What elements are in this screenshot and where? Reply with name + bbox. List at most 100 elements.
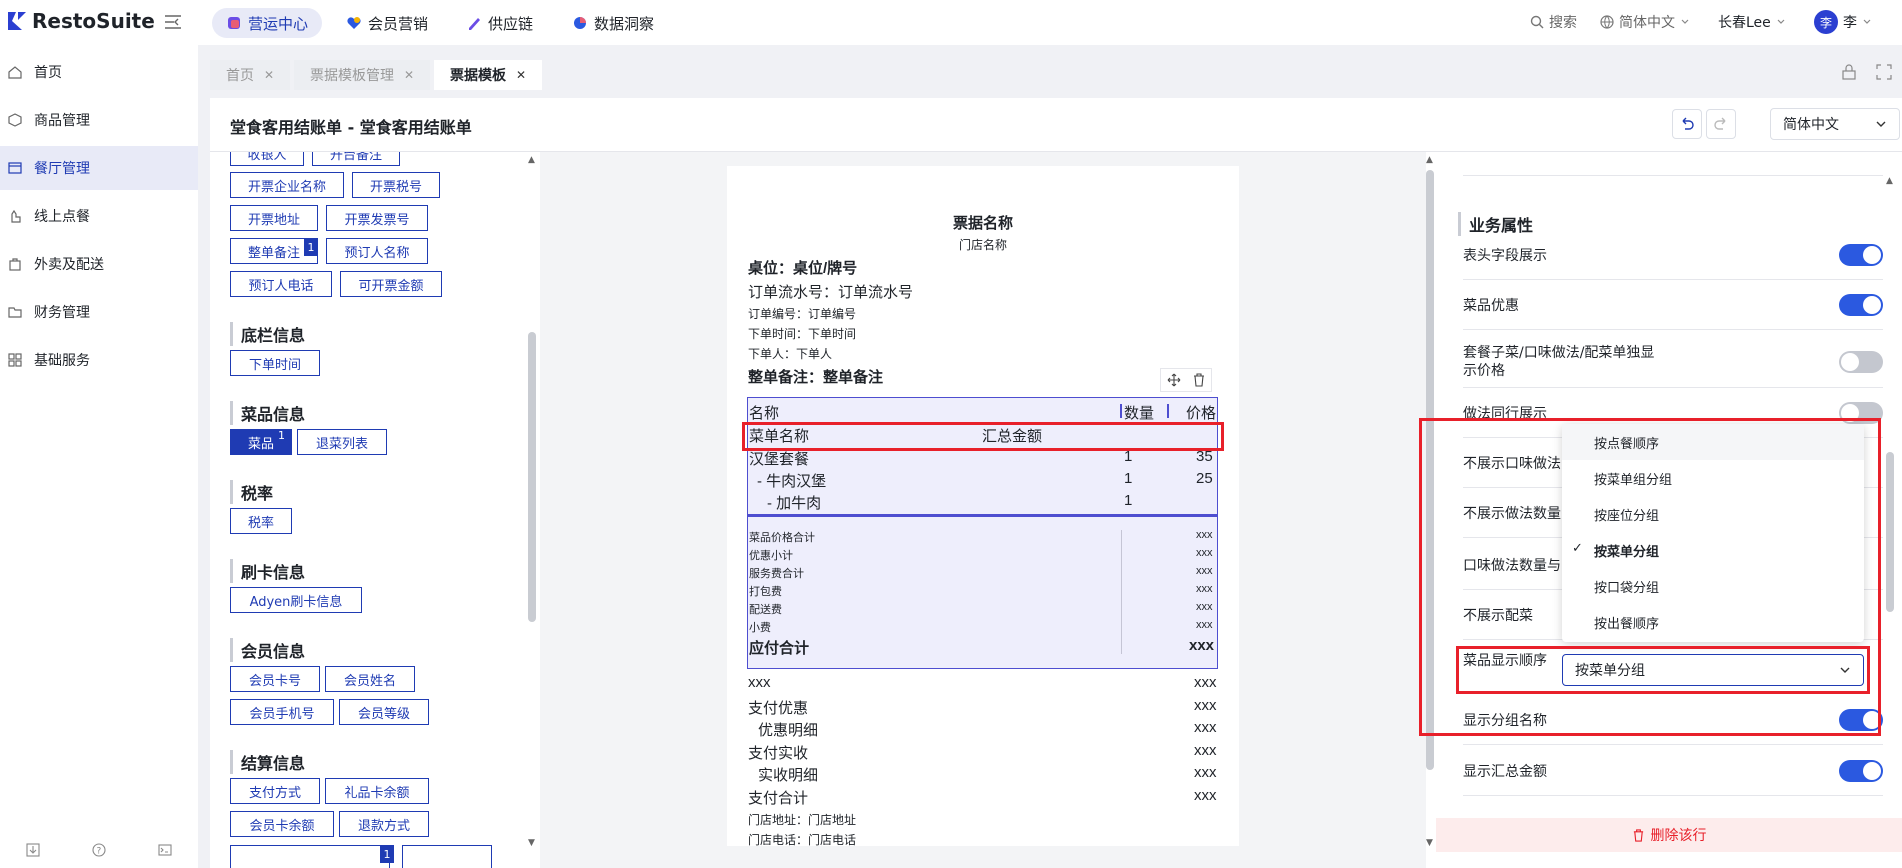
receipt-table[interactable]: 桌位：桌位/牌号 bbox=[748, 257, 857, 278]
field-tag[interactable] bbox=[230, 845, 390, 868]
delete-row-button[interactable]: 删除该行 bbox=[1436, 818, 1902, 852]
section-title: 结算信息 bbox=[230, 750, 305, 774]
field-tag[interactable]: 会员卡余额 bbox=[230, 811, 334, 837]
store-select[interactable]: 长春Lee bbox=[1718, 12, 1786, 32]
close-icon[interactable]: ✕ bbox=[516, 68, 526, 82]
field-tag[interactable]: 会员姓名 bbox=[325, 666, 415, 692]
receipt-order-time[interactable]: 下单时间：下单时间 bbox=[748, 325, 856, 342]
scroll-up-icon[interactable]: ▲ bbox=[1886, 176, 1893, 186]
total-value: xxx bbox=[1189, 637, 1215, 654]
scroll-down-icon[interactable]: ▼ bbox=[1426, 838, 1433, 848]
field-tag[interactable]: 会员等级 bbox=[339, 699, 429, 725]
setting-row: 套餐子菜/口味做法/配菜单独显示价格 bbox=[1463, 336, 1883, 388]
store-address[interactable]: 门店地址：门店地址 bbox=[748, 811, 856, 828]
close-icon[interactable]: ✕ bbox=[404, 68, 414, 82]
field-tag[interactable]: 可开票金额 bbox=[340, 271, 442, 297]
field-tag[interactable]: 会员手机号 bbox=[230, 699, 334, 725]
brand-logo[interactable]: RestoSuite bbox=[6, 9, 155, 33]
col-resize-handle[interactable] bbox=[1167, 404, 1169, 418]
field-tag[interactable]: 开票发票号 bbox=[326, 205, 428, 231]
field-tag[interactable]: 开票地址 bbox=[230, 205, 318, 231]
receipt-serial[interactable]: 订单流水号：订单流水号 bbox=[748, 281, 913, 302]
toggle-switch[interactable] bbox=[1839, 350, 1883, 373]
close-icon[interactable]: ✕ bbox=[264, 68, 274, 82]
toggle-switch[interactable] bbox=[1839, 243, 1883, 266]
store-label: 长春Lee bbox=[1718, 15, 1771, 31]
field-tag[interactable]: 税率 bbox=[230, 508, 292, 534]
nav-data-insight[interactable]: 数据洞察 bbox=[558, 8, 668, 38]
left-scrollbar[interactable] bbox=[528, 332, 536, 622]
highlight-order-select bbox=[1456, 646, 1870, 694]
sidebar-item-delivery[interactable]: 外卖及配送 bbox=[0, 242, 198, 286]
receipt-store-name[interactable]: 门店名称 bbox=[927, 236, 1039, 253]
store-phone[interactable]: 门店电话：门店电话 bbox=[748, 831, 856, 848]
sidebar-item-home[interactable]: 首页 bbox=[0, 50, 198, 94]
download-icon[interactable] bbox=[26, 843, 40, 857]
payment-label[interactable]: 优惠明细 bbox=[758, 719, 818, 740]
field-tag[interactable]: 开台备注 bbox=[312, 152, 400, 166]
collapse-menu-icon[interactable] bbox=[164, 14, 182, 30]
field-tag[interactable]: 下单时间 bbox=[230, 350, 320, 376]
logo-icon bbox=[8, 12, 26, 30]
sidebar-item-finance[interactable]: 财务管理 bbox=[0, 290, 198, 334]
sidebar-item-restaurant[interactable]: 餐厅管理 bbox=[0, 146, 198, 190]
field-tag[interactable]: 退菜列表 bbox=[297, 429, 387, 455]
fullscreen-icon[interactable] bbox=[1876, 64, 1892, 80]
payment-label[interactable]: xxx bbox=[748, 674, 771, 691]
trash-icon[interactable] bbox=[1192, 373, 1206, 387]
nav-operations[interactable]: 营运中心 bbox=[212, 8, 323, 38]
field-tag[interactable]: 预订人电话 bbox=[230, 271, 332, 297]
field-panel: 收银人 开台备注 开票企业名称 开票税号 开票地址 开票发票号 整单备注 1 预… bbox=[230, 152, 530, 868]
payment-label[interactable]: 支付实收 bbox=[748, 742, 808, 763]
tab-template-manage[interactable]: 票据模板管理 ✕ bbox=[294, 60, 431, 90]
field-tag[interactable]: 开票税号 bbox=[352, 172, 440, 198]
toggle-switch[interactable] bbox=[1839, 293, 1883, 316]
template-language-select[interactable]: 简体中文 bbox=[1770, 108, 1900, 140]
group-name[interactable]: 菜单名称 bbox=[749, 425, 809, 446]
sidebar-item-basic-service[interactable]: 基础服务 bbox=[0, 338, 198, 382]
field-tag[interactable]: 礼品卡余额 bbox=[325, 778, 429, 804]
field-tag[interactable]: Adyen刷卡信息 bbox=[230, 587, 362, 613]
receipt-order-no[interactable]: 订单编号：订单编号 bbox=[748, 305, 856, 322]
receipt-remark[interactable]: 整单备注：整单备注 bbox=[748, 366, 883, 387]
field-tag[interactable]: 开票企业名称 bbox=[230, 172, 344, 198]
field-tag[interactable]: 会员卡号 bbox=[230, 666, 320, 692]
sidebar-item-online-order[interactable]: 线上点餐 bbox=[0, 194, 198, 238]
receipt-title[interactable]: 票据名称 bbox=[927, 212, 1039, 233]
help-icon[interactable]: ? bbox=[92, 843, 106, 857]
nav-supply-chain[interactable]: 供应链 bbox=[452, 8, 547, 38]
field-tag[interactable] bbox=[402, 845, 492, 868]
sidebar-item-products[interactable]: 商品管理 bbox=[0, 98, 198, 142]
payment-label[interactable]: 实收明细 bbox=[758, 764, 818, 785]
search-button[interactable]: 搜索 bbox=[1530, 12, 1577, 32]
scroll-down-icon[interactable]: ▼ bbox=[528, 838, 535, 848]
language-select[interactable]: 简体中文 bbox=[1600, 12, 1690, 32]
field-tag[interactable]: 支付方式 bbox=[230, 778, 320, 804]
lock-icon[interactable] bbox=[1841, 64, 1857, 80]
user-menu[interactable]: 李 李 bbox=[1814, 10, 1872, 34]
payment-label[interactable]: 支付优惠 bbox=[748, 697, 808, 718]
scroll-up-icon[interactable]: ▲ bbox=[528, 155, 535, 165]
avatar: 李 bbox=[1814, 10, 1838, 34]
nav-member-marketing[interactable]: 会员营销 bbox=[332, 8, 442, 38]
field-tag[interactable]: 收银人 bbox=[230, 152, 304, 166]
sidebar-item-label: 线上点餐 bbox=[34, 209, 90, 225]
col-qty-header: 数量 bbox=[1124, 405, 1155, 422]
undo-button[interactable] bbox=[1672, 109, 1702, 139]
terminal-icon[interactable] bbox=[158, 843, 172, 857]
scroll-up-icon[interactable]: ▲ bbox=[1426, 155, 1433, 165]
group-total[interactable]: 汇总金额 bbox=[982, 425, 1042, 446]
section-title: 会员信息 bbox=[230, 638, 305, 662]
receipt-orderer[interactable]: 下单人：下单人 bbox=[748, 345, 832, 362]
field-tag[interactable]: 退款方式 bbox=[339, 811, 429, 837]
settings-scrollbar[interactable] bbox=[1886, 452, 1894, 612]
summary-value: xxx bbox=[1196, 547, 1213, 559]
field-tag[interactable]: 预订人名称 bbox=[326, 238, 428, 264]
move-icon[interactable] bbox=[1167, 373, 1181, 387]
payment-label[interactable]: 支付合计 bbox=[748, 787, 808, 808]
col-resize-handle[interactable] bbox=[1120, 404, 1122, 418]
redo-button[interactable] bbox=[1706, 109, 1736, 139]
tab-template[interactable]: 票据模板 ✕ bbox=[434, 60, 543, 90]
tab-home[interactable]: 首页 ✕ bbox=[210, 60, 291, 90]
toggle-switch[interactable] bbox=[1839, 759, 1883, 782]
